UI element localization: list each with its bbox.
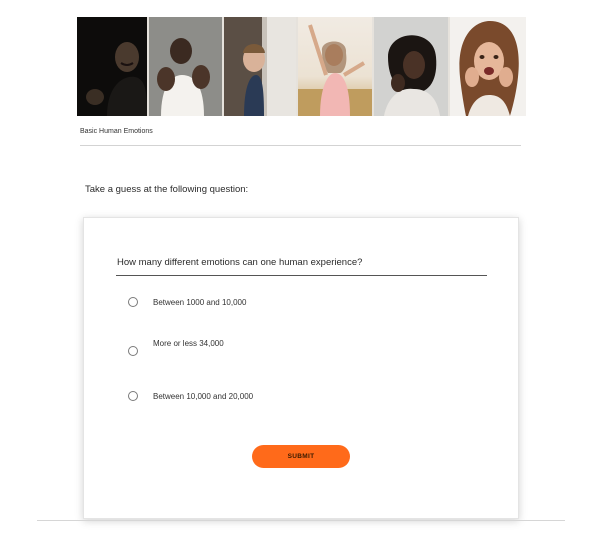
question-text: How many different emotions can one huma…: [117, 257, 363, 268]
answer-option-label: Between 10,000 and 20,000: [153, 392, 254, 401]
answer-option-label: Between 1000 and 10,000: [153, 298, 247, 307]
question-divider: [116, 275, 487, 276]
peeking-boy-photo: [224, 17, 296, 116]
fearful-man-photo: [149, 17, 222, 116]
sad-woman-photo: [374, 17, 448, 116]
submit-button[interactable]: SUBMIT: [252, 445, 350, 468]
angry-man-photo: [77, 17, 147, 116]
image-caption: Basic Human Emotions: [80, 128, 153, 135]
answer-option-label: More or less 34,000: [153, 339, 224, 348]
quiz-prompt: Take a guess at the following question:: [85, 184, 249, 195]
answer-option-1[interactable]: Between 1000 and 10,000: [128, 297, 246, 307]
radio-button-icon[interactable]: [128, 391, 138, 401]
footer-divider: [37, 520, 565, 521]
joyful-woman-photo: [298, 17, 372, 116]
radio-button-icon[interactable]: [128, 297, 138, 307]
quiz-card: How many different emotions can one huma…: [83, 217, 519, 519]
surprised-woman-photo: [450, 17, 526, 116]
emotion-photo-strip: [77, 17, 526, 116]
radio-button-icon[interactable]: [128, 346, 138, 356]
answer-option-2[interactable]: More or less 34,000: [128, 339, 224, 356]
answer-option-3[interactable]: Between 10,000 and 20,000: [128, 391, 253, 401]
caption-divider: [80, 145, 521, 146]
